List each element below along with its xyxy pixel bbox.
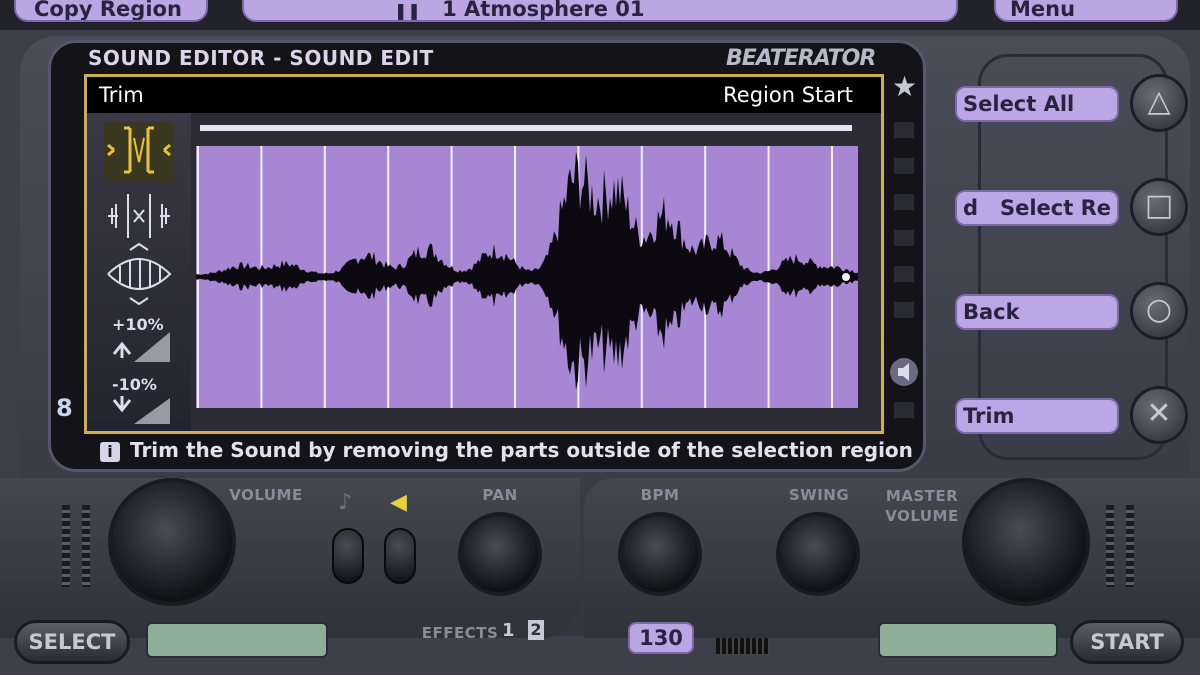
pan-knob[interactable]	[458, 512, 542, 596]
selection-region-bar[interactable]	[200, 125, 852, 131]
play-pause-icon: ❚❚	[394, 1, 421, 20]
effect-1-button[interactable]: 1	[502, 620, 515, 641]
side-icon-1[interactable]	[894, 122, 914, 138]
help-text: Trim the Sound by removing the parts out…	[130, 438, 913, 462]
select-region-label: d Select Re	[963, 196, 1111, 220]
circle-icon[interactable]: ○	[1130, 282, 1188, 340]
cross-icon[interactable]: ✕	[1130, 386, 1188, 444]
ramp-down-icon	[134, 398, 170, 424]
copy-region-button[interactable]: Copy Region	[14, 0, 208, 22]
tool-icons: +10% -10%	[104, 122, 174, 424]
trim-label: Trim	[963, 404, 1015, 428]
region-end-marker[interactable]	[842, 273, 850, 281]
region-label: Region Start	[723, 83, 853, 107]
select-all-label: Select All	[963, 92, 1075, 116]
bpm-value[interactable]: 130	[628, 622, 694, 654]
bpm-indicator	[716, 638, 770, 654]
side-icon-8[interactable]	[894, 402, 914, 418]
arrow-down-icon	[112, 396, 132, 413]
swing-label: SWING	[788, 486, 850, 504]
square-icon[interactable]: □	[1130, 178, 1188, 236]
split-tool-icon[interactable]	[108, 194, 170, 238]
left-level-meter-1	[62, 505, 70, 587]
mute-icon: ♪	[338, 490, 353, 515]
track-name-bar[interactable]: ❚❚ 1 Atmosphere 01	[242, 0, 958, 22]
volume-label: VOLUME	[229, 486, 303, 504]
pan-label: PAN	[482, 486, 518, 504]
side-icon-6[interactable]	[894, 302, 914, 318]
editor-header: SOUND EDITOR - SOUND EDIT	[88, 46, 434, 70]
normalize-tool-icon[interactable]	[107, 242, 172, 306]
help-line: i Trim the Sound by removing the parts ou…	[100, 438, 913, 462]
waveform-area[interactable]	[196, 146, 858, 408]
back-button[interactable]: Back	[955, 294, 1119, 330]
side-icon-4[interactable]	[894, 230, 914, 246]
edit-title-bar: Trim Region Start	[87, 77, 881, 113]
trim-button[interactable]: Trim	[955, 398, 1119, 434]
side-icon-2[interactable]	[894, 158, 914, 174]
beaterator-logo: BEATERATOR	[726, 46, 876, 71]
bpm-knob[interactable]	[618, 512, 702, 596]
start-button[interactable]: START	[1070, 620, 1184, 664]
speaker-active-icon: ◀	[390, 490, 407, 515]
right-status-slot	[878, 622, 1058, 658]
mute-toggle[interactable]	[332, 528, 364, 584]
left-level-meter-2	[82, 505, 90, 587]
menu-label: Menu	[1010, 0, 1076, 21]
master-volume-label: MASTER VOLUME	[885, 487, 959, 525]
info-icon: i	[100, 441, 120, 462]
sound-toggle[interactable]	[384, 528, 416, 584]
volume-down-tool-label[interactable]: -10%	[112, 375, 157, 394]
right-level-meter-1	[1106, 505, 1114, 587]
master-volume-knob[interactable]	[962, 478, 1090, 606]
volume-up-tool-label[interactable]: +10%	[112, 315, 164, 334]
slot-badge: 8	[56, 394, 73, 422]
bpm-label: BPM	[640, 486, 680, 504]
select-button[interactable]: SELECT	[14, 620, 130, 664]
effect-2-button[interactable]: 2	[528, 620, 544, 640]
waveform-display	[196, 146, 858, 408]
swing-knob[interactable]	[776, 512, 860, 596]
side-icon-5[interactable]	[894, 266, 914, 282]
right-level-meter-2	[1126, 505, 1134, 587]
select-region-button[interactable]: d Select Re	[955, 190, 1119, 226]
trim-tool-highlight	[104, 122, 174, 182]
effects-label: EFFECTS	[421, 624, 499, 642]
side-icon-3[interactable]	[894, 194, 914, 210]
left-status-slot	[146, 622, 328, 658]
waveform-shape	[196, 151, 858, 391]
mode-side-icons: ★	[890, 70, 918, 418]
copy-region-label: Copy Region	[34, 0, 182, 21]
volume-knob[interactable]	[108, 478, 236, 606]
select-all-button[interactable]: Select All	[955, 86, 1119, 122]
ramp-up-icon	[134, 332, 170, 362]
track-name-label: 1 Atmosphere 01	[442, 0, 645, 21]
arrow-up-icon	[112, 341, 132, 358]
menu-button[interactable]: Menu	[994, 0, 1178, 22]
triangle-icon[interactable]: △	[1130, 74, 1188, 132]
star-icon[interactable]: ★	[892, 70, 917, 103]
mode-label: Trim	[99, 83, 144, 107]
back-label: Back	[963, 300, 1020, 324]
